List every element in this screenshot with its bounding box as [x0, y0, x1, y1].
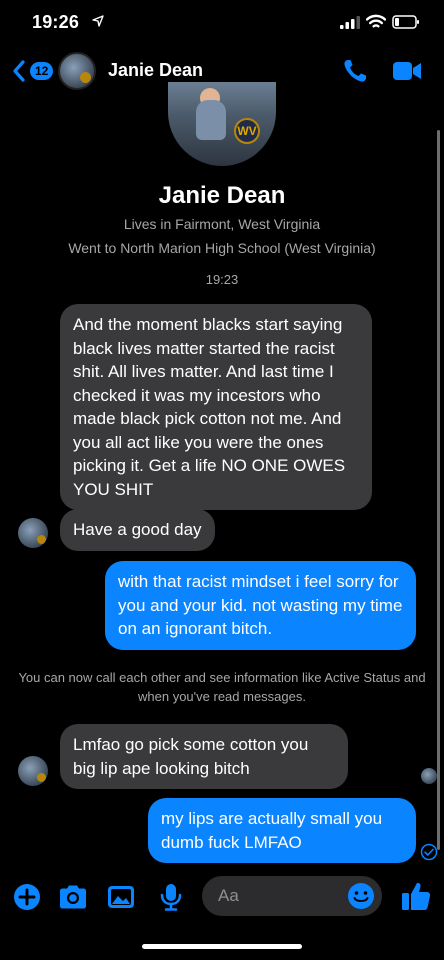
message-composer — [0, 866, 444, 926]
message-timestamp: 19:23 — [205, 272, 239, 287]
home-indicator[interactable] — [142, 944, 302, 949]
profile-name: Janie Dean — [158, 182, 286, 209]
sender-avatar[interactable] — [18, 756, 48, 786]
profile-photo[interactable]: WV — [168, 82, 276, 166]
plus-icon[interactable] — [12, 882, 42, 912]
incoming-message-bubble[interactable]: And the moment blacks start saying black… — [60, 304, 372, 510]
camera-icon[interactable] — [58, 882, 88, 912]
outgoing-message-bubble[interactable]: my lips are actually small you dumb fuck… — [148, 798, 416, 863]
incoming-message-bubble[interactable]: Lmfao go pick some cotton you big lip ap… — [60, 724, 348, 789]
unread-count-badge[interactable]: 12 — [30, 62, 54, 80]
signal-icon — [340, 16, 360, 29]
profile-logo-badge: WV — [234, 118, 260, 144]
message-input-container[interactable] — [202, 876, 382, 916]
battery-icon — [392, 15, 419, 29]
back-chevron-icon[interactable] — [12, 60, 26, 82]
contact-avatar[interactable] — [58, 52, 96, 90]
status-bar: 19:26 — [0, 0, 444, 46]
microphone-icon[interactable] — [156, 882, 186, 912]
wifi-icon — [366, 14, 386, 28]
system-notice: You can now call each other and see info… — [18, 670, 426, 704]
location-arrow-icon — [92, 15, 104, 27]
profile-education: Went to North Marion High School (West V… — [68, 240, 376, 256]
emoji-icon[interactable] — [346, 881, 376, 911]
photo-icon[interactable] — [106, 882, 136, 912]
sender-avatar[interactable] — [18, 518, 48, 548]
back-button[interactable]: 12 — [12, 58, 58, 84]
message-input[interactable] — [218, 885, 338, 907]
video-camera-icon[interactable] — [392, 60, 422, 82]
profile-location: Lives in Fairmont, West Virginia — [123, 216, 321, 232]
scrollbar[interactable] — [437, 130, 440, 850]
incoming-message-bubble[interactable]: Have a good day — [60, 509, 215, 551]
delivered-check-icon — [420, 843, 438, 861]
read-receipt-avatar — [421, 768, 437, 784]
contact-name[interactable]: Janie Dean — [108, 60, 203, 81]
phone-icon[interactable] — [342, 58, 368, 84]
outgoing-message-bubble[interactable]: with that racist mindset i feel sorry fo… — [105, 561, 416, 650]
thumbs-up-icon[interactable] — [400, 880, 432, 912]
status-time: 19:26 — [32, 12, 80, 32]
